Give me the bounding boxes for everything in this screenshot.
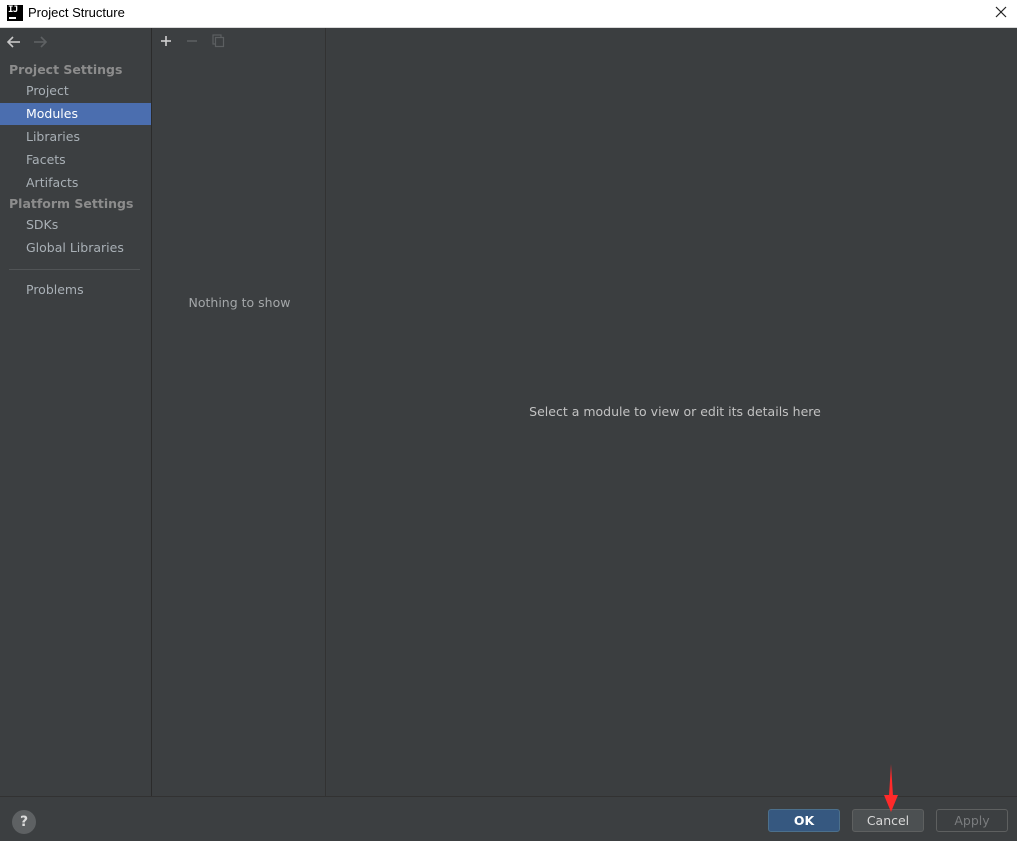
add-icon[interactable]: [157, 32, 175, 50]
nav-item-global-libraries[interactable]: Global Libraries: [0, 237, 151, 259]
nav-item-artifacts[interactable]: Artifacts: [0, 172, 151, 194]
apply-button[interactable]: Apply: [936, 809, 1008, 832]
module-details-panel: Select a module to view or edit its deta…: [327, 28, 1017, 796]
logo-bar: [9, 17, 16, 19]
settings-navigation: Project Settings Project Modules Librari…: [0, 28, 152, 796]
dialog-footer: ? OK Cancel Apply: [0, 796, 1017, 841]
nav-item-sdks[interactable]: SDKs: [0, 214, 151, 236]
nav-item-project[interactable]: Project: [0, 80, 151, 102]
empty-list-message: Nothing to show: [188, 295, 291, 310]
modules-list-panel: Nothing to show: [153, 28, 326, 796]
copy-icon[interactable]: [209, 32, 227, 50]
ok-button[interactable]: OK: [768, 809, 840, 832]
logo-text: IJ: [8, 5, 18, 15]
window-title: Project Structure: [28, 5, 125, 20]
intellij-logo-icon: IJ: [7, 5, 23, 21]
title-bar: IJ Project Structure: [0, 0, 1017, 28]
nav-item-facets[interactable]: Facets: [0, 149, 151, 171]
remove-icon[interactable]: [183, 32, 201, 50]
section-header-platform-settings: Platform Settings: [9, 196, 134, 211]
section-header-project-settings: Project Settings: [9, 62, 123, 77]
nav-item-modules[interactable]: Modules: [0, 103, 151, 125]
nav-item-libraries[interactable]: Libraries: [0, 126, 151, 148]
annotation-arrow-icon: [880, 762, 902, 814]
nav-divider: [9, 269, 140, 270]
arrow-right-icon[interactable]: [31, 33, 49, 51]
help-button[interactable]: ?: [12, 810, 36, 834]
nav-item-problems[interactable]: Problems: [0, 279, 151, 301]
close-icon[interactable]: [987, 0, 1015, 26]
details-placeholder-text: Select a module to view or edit its deta…: [529, 404, 821, 419]
arrow-left-icon[interactable]: [5, 33, 23, 51]
